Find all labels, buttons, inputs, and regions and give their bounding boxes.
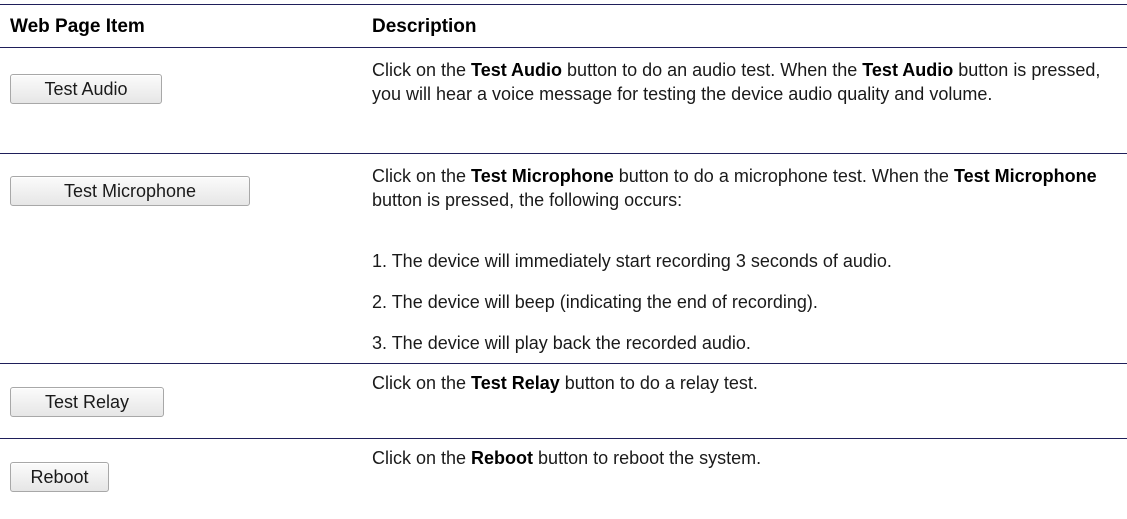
description-text: Click on the [372,166,472,186]
header-rule [0,47,1127,48]
step-item: 2. The device will beep (indicating the … [372,292,818,312]
description-text: button to reboot the system. [533,448,762,468]
step-item: 3. The device will play back the recorde… [372,333,751,353]
description-text: button to do a microphone test. When the [613,166,954,186]
test-audio-button[interactable]: Test Audio [10,74,162,104]
row-description: Click on the Test Relay button to do a r… [372,371,1112,395]
row-rule [0,438,1127,439]
description-text: button to do a relay test. [559,373,758,393]
description-bold: Test Microphone [471,166,614,186]
row-rule [0,363,1127,364]
row-rule [0,153,1127,154]
row-description: Click on the Test Audio button to do an … [372,58,1112,106]
description-text: button to do an audio test. When the [562,60,863,80]
description-bold: Test Audio [471,60,563,80]
description-text: button is pressed, the following occurs: [372,190,683,210]
description-text: Click on the [372,448,472,468]
row-description: Click on the Reboot button to reboot the… [372,446,1112,470]
column-header-description: Description [372,16,477,37]
row-description: Click on the Test Microphone button to d… [372,164,1112,212]
description-bold: Test Microphone [953,166,1097,186]
reboot-button[interactable]: Reboot [10,462,109,492]
description-bold: Test Relay [471,373,560,393]
description-text: Click on the [372,373,472,393]
test-microphone-button[interactable]: Test Microphone [10,176,250,206]
column-header-item: Web Page Item [10,16,145,37]
table-top-rule [0,4,1127,5]
test-relay-button[interactable]: Test Relay [10,387,164,417]
description-text: Click on the [372,60,472,80]
description-bold: Test Audio [862,60,954,80]
step-item: 1. The device will immediately start rec… [372,251,892,271]
description-bold: Reboot [471,448,534,468]
